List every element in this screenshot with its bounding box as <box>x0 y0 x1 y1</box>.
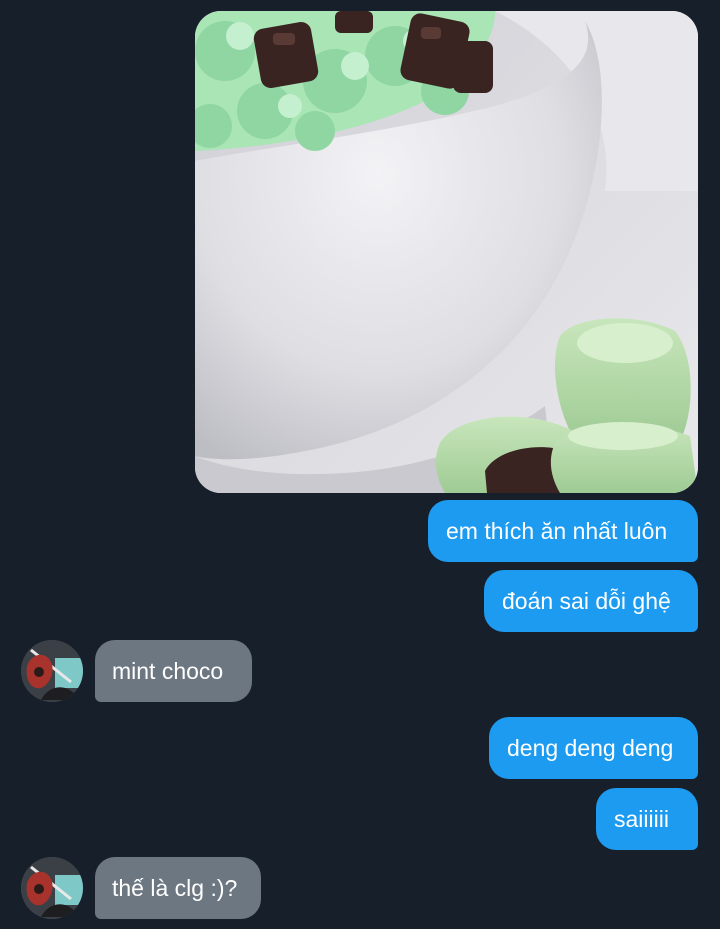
guitar-avatar-icon <box>21 857 83 919</box>
chat-thread: em thích ăn nhất luôn đoán sai dỗi ghệ m… <box>0 0 720 929</box>
message-text: em thích ăn nhất luôn <box>446 518 668 544</box>
contact-avatar[interactable] <box>21 640 83 702</box>
contact-avatar[interactable] <box>21 857 83 919</box>
message-text: mint choco <box>112 658 224 684</box>
message-bubble-incoming[interactable]: thế là clg :)? <box>95 857 261 919</box>
message-text: deng deng deng <box>507 735 674 761</box>
message-bubble-incoming[interactable]: mint choco <box>95 640 252 702</box>
guitar-avatar-icon <box>21 640 83 702</box>
shared-photo[interactable] <box>195 11 698 493</box>
ice-cream-photo-icon <box>195 11 698 493</box>
message-bubble-outgoing[interactable]: deng deng deng <box>489 717 698 779</box>
message-text: thế là clg :)? <box>112 875 238 901</box>
message-text: đoán sai dỗi ghệ <box>502 588 671 614</box>
message-bubble-outgoing[interactable]: em thích ăn nhất luôn <box>428 500 698 562</box>
message-bubble-outgoing[interactable]: saiiiiii <box>596 788 698 850</box>
message-bubble-outgoing[interactable]: đoán sai dỗi ghệ <box>484 570 698 632</box>
message-text: saiiiiii <box>614 806 669 832</box>
